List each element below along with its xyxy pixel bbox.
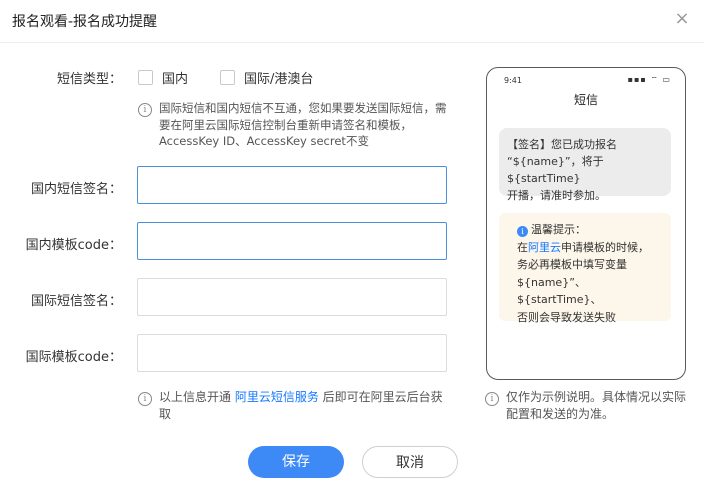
aliyun-link[interactable]: 阿里云 [528,241,561,254]
tip-text: 务必再模板中填写变量 [517,258,627,271]
tip-title: 温馨提示： [531,223,586,236]
tip-text: 在 [517,240,528,254]
note-line: AccessKey ID、AccessKey secret不变 [159,134,369,148]
warm-tip-box: i 温馨提示： 在阿里云申请模板的时候， 务必再模板中填写变量 ${name}”、… [499,213,671,324]
info-icon: i [138,392,152,406]
phone-preview: 9:41 ▪▪▪ ⌔ ▭ 短信 【签名】您已成功报名 “${name}”，将于$… [486,67,686,380]
domestic-template-code-label: 国内模板code： [25,238,122,253]
note-line: 国际短信和国内短信不互通，您如果要发送国际短信，需 [159,101,447,115]
info-icon: i [138,103,152,117]
aliyun-sms-service-link[interactable]: 阿里云短信服务 [235,390,319,404]
service-note: 以上信息开通 阿里云短信服务 后即可在阿里云后台获 取 [159,389,459,423]
domestic-signature-input[interactable] [137,166,447,204]
international-signature-input[interactable] [137,278,447,316]
international-signature-label: 国际短信签名： [30,294,122,309]
message-line: 开播，请准时参加。 [507,189,606,202]
domestic-checkbox[interactable] [138,70,153,85]
phone-status-icons: ▪▪▪ ⌔ ▭ [627,75,671,84]
message-line: 【签名】您已成功报名 [507,138,617,151]
tip-text: ${name}”、${startTime}、 [517,275,602,307]
phone-time: 9:41 [504,76,522,85]
international-sms-note: 国际短信和国内短信不互通，您如果要发送国际短信，需 要在阿里云国际短信控制台重新… [159,100,469,150]
domestic-signature-label: 国内短信签名： [30,182,122,197]
international-option-label[interactable]: 国际/港澳台 [244,68,313,87]
cancel-button[interactable]: 取消 [362,446,458,478]
note-line: 仅作为示例说明。具体情况以实际 [506,390,687,404]
domestic-option-label[interactable]: 国内 [162,68,188,87]
international-template-code-input[interactable] [137,334,447,372]
dialog-title: 报名观看-报名成功提醒 [12,14,158,30]
tip-text: 申请模板的时候， [561,240,649,254]
domestic-template-code-input[interactable] [137,222,447,260]
note-line: 要在阿里云国际短信控制台重新申请签名和模板， [159,117,412,132]
close-icon[interactable]: × [672,9,692,29]
phone-title: 短信 [573,93,598,107]
tip-text: 否则会导致发送失败 [517,310,616,324]
dialog-header: 报名观看-报名成功提醒 × [0,0,704,43]
info-icon: i [517,226,528,237]
save-button[interactable]: 保存 [248,446,344,478]
international-template-code-label: 国际模板code： [25,350,122,365]
info-icon: i [485,392,499,406]
example-note: 仅作为示例说明。具体情况以实际 配置和发送的为准。 [506,389,702,423]
note-text: 以上信息开通 [159,390,235,404]
sms-type-label: 短信类型： [56,72,122,87]
international-checkbox[interactable] [220,70,235,85]
message-line: “${name}”，将于${startTime} [507,155,604,185]
note-text: 取 [159,407,172,421]
note-text: 后即可在阿里云后台获 [318,390,443,404]
note-line: 配置和发送的为准。 [506,407,615,421]
sms-message-bubble: 【签名】您已成功报名 “${name}”，将于${startTime} 开播，请… [499,128,671,202]
